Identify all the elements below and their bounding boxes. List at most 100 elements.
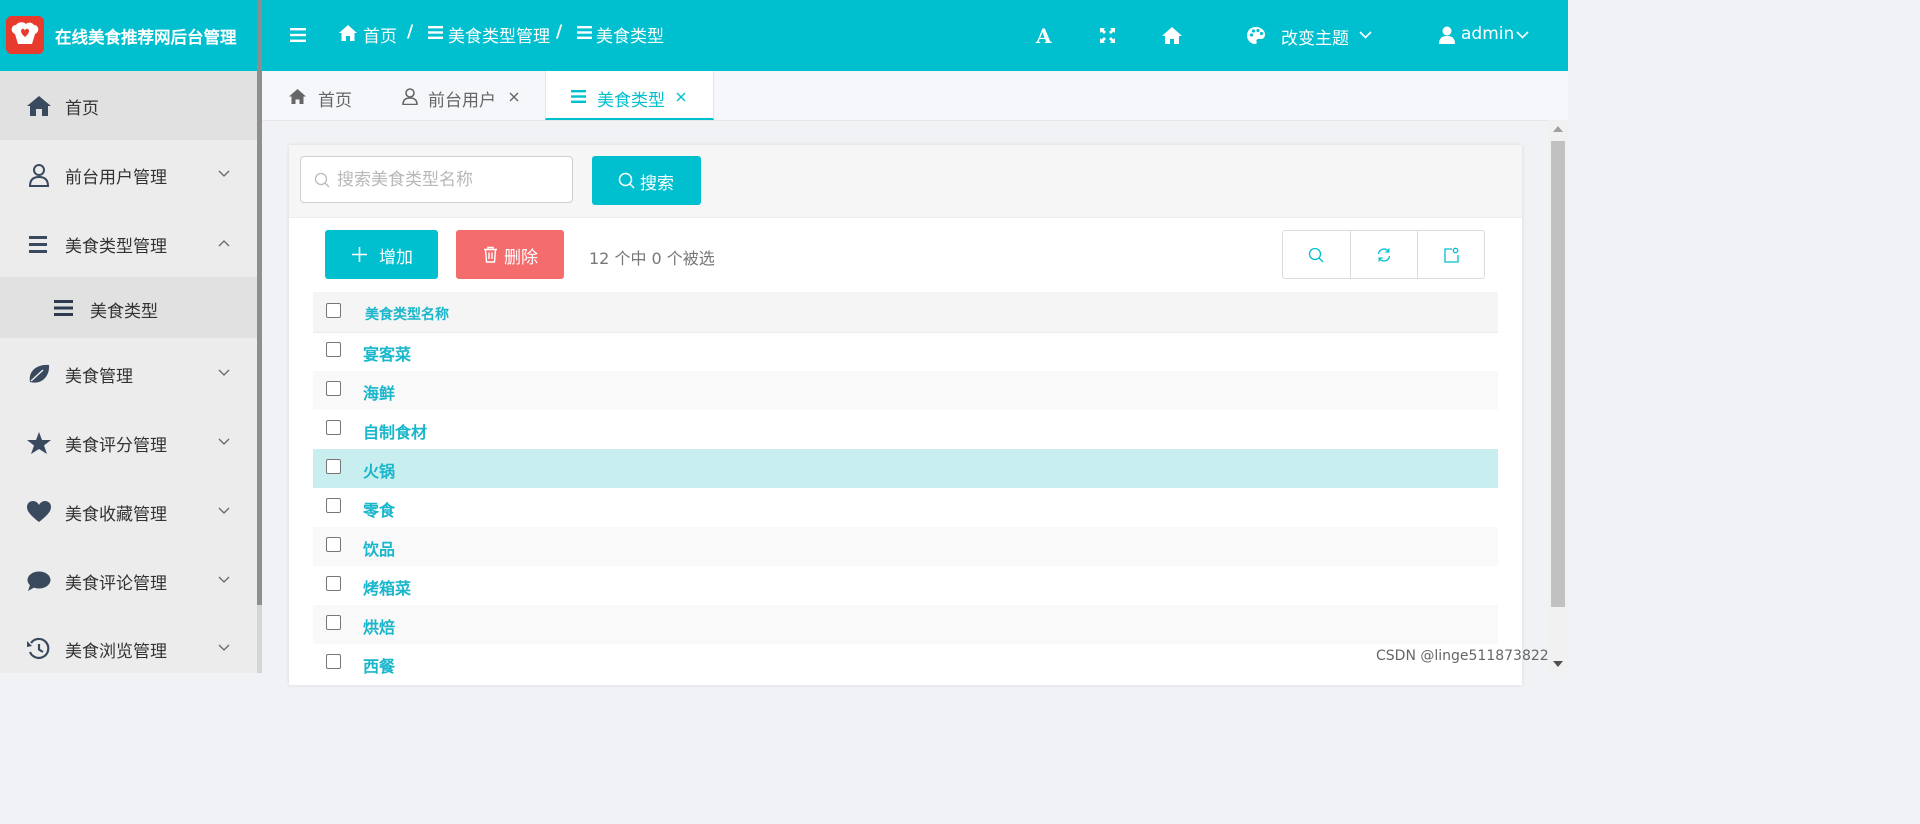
- sidebar-item-label: 美食浏览管理: [65, 642, 167, 662]
- user-menu-label: admin: [1461, 24, 1515, 44]
- table-row[interactable]: 饮品: [313, 527, 1498, 566]
- table-cell: 火锅: [363, 462, 396, 481]
- row-checkbox[interactable]: [326, 576, 341, 591]
- row-checkbox[interactable]: [326, 342, 341, 357]
- menu-toggle-icon[interactable]: [290, 27, 306, 43]
- chevron-up-icon: [218, 239, 230, 247]
- table-row[interactable]: 烤箱菜: [313, 566, 1498, 605]
- fullscreen-icon[interactable]: [1099, 27, 1116, 44]
- list-icon: [571, 90, 586, 103]
- search-input[interactable]: [337, 157, 567, 202]
- add-button[interactable]: 增加: [325, 230, 438, 279]
- history-icon: [26, 637, 52, 661]
- tab-users[interactable]: 前台用户: [382, 71, 538, 119]
- sidebar-item-food-type-mgmt[interactable]: 美食类型管理: [0, 209, 257, 277]
- app-title: 在线美食推荐网后台管理: [55, 28, 237, 47]
- search-icon: [314, 172, 330, 188]
- chevron-down-icon: [218, 576, 230, 584]
- list-icon: [53, 298, 75, 318]
- comment-icon: [26, 569, 52, 593]
- tab-home[interactable]: 首页: [262, 71, 374, 119]
- table-row[interactable]: 宴客菜: [313, 332, 1498, 371]
- sidebar-item-favorite-mgmt[interactable]: 美食收藏管理: [0, 477, 257, 545]
- page-scrollbar[interactable]: [1548, 120, 1568, 673]
- tab-label: 美食类型: [597, 91, 665, 111]
- row-checkbox[interactable]: [326, 459, 341, 474]
- breadcrumb-item[interactable]: 首页: [363, 22, 397, 47]
- tab-food-type[interactable]: 美食类型: [545, 71, 714, 120]
- table-row-highlighted[interactable]: 火锅: [313, 449, 1498, 488]
- row-checkbox[interactable]: [326, 537, 341, 552]
- row-checkbox[interactable]: [326, 420, 341, 435]
- star-icon: [26, 431, 52, 455]
- home-icon[interactable]: [1161, 26, 1183, 45]
- column-header[interactable]: 美食类型名称: [365, 304, 449, 324]
- page-scrollbar-thumb[interactable]: [1551, 141, 1565, 607]
- table-cell: 西餐: [363, 657, 396, 676]
- table-cell: 烤箱菜: [363, 579, 412, 598]
- chevron-down-icon: [218, 369, 230, 377]
- selection-count: 12 个中 0 个被选: [589, 249, 715, 268]
- sidebar-item-label: 美食类型管理: [65, 237, 167, 257]
- row-checkbox[interactable]: [326, 615, 341, 630]
- trash-icon: [482, 246, 499, 263]
- home-icon: [26, 94, 52, 118]
- search-button[interactable]: 搜索: [592, 156, 701, 205]
- list-icon: [428, 26, 443, 39]
- sidebar-item-home[interactable]: 首页: [0, 71, 257, 140]
- delete-button[interactable]: 删除: [456, 230, 564, 279]
- sidebar-subitem-food-type[interactable]: 美食类型: [0, 277, 257, 338]
- export-button[interactable]: [1417, 231, 1485, 278]
- chevron-down-icon: [218, 170, 230, 178]
- font-size-icon[interactable]: A: [1036, 24, 1052, 48]
- breadcrumb-item[interactable]: 美食类型管理: [448, 22, 550, 47]
- search-field[interactable]: [300, 156, 573, 203]
- chevron-down-icon: [1359, 31, 1372, 39]
- refresh-button[interactable]: [1350, 231, 1418, 278]
- select-all-checkbox[interactable]: [326, 303, 341, 318]
- chevron-down-icon: [218, 438, 230, 446]
- sidebar-item-comment-mgmt[interactable]: 美食评论管理: [0, 546, 257, 614]
- sidebar-item-food-mgmt[interactable]: 美食管理: [0, 339, 257, 407]
- table-row[interactable]: 自制食材: [313, 410, 1498, 449]
- chevron-down-icon: [218, 507, 230, 515]
- tab-bar: 首页 前台用户 美食类型: [262, 71, 1568, 121]
- table-row[interactable]: 海鲜: [313, 371, 1498, 410]
- leaf-icon: [26, 362, 52, 386]
- user-icon: [402, 88, 418, 105]
- search-bar: 搜索: [289, 145, 1522, 218]
- table-cell: 零食: [363, 501, 396, 520]
- sidebar: 在线美食推荐网后台管理 首页 前台用户管理 美食类型管理 美食类型 美食管理 美…: [0, 0, 257, 673]
- theme-switcher-label: 改变主题: [1281, 29, 1349, 49]
- sidebar-item-browse-mgmt[interactable]: 美食浏览管理: [0, 614, 257, 682]
- chevron-down-icon: [218, 644, 230, 652]
- search-icon: [1308, 247, 1324, 263]
- table-row[interactable]: 西餐: [313, 644, 1498, 683]
- table-cell: 烘焙: [363, 618, 396, 637]
- row-checkbox[interactable]: [326, 381, 341, 396]
- sidebar-item-users[interactable]: 前台用户管理: [0, 140, 257, 208]
- row-checkbox[interactable]: [326, 654, 341, 669]
- breadcrumb-separator: /: [407, 22, 414, 42]
- tab-label: 首页: [318, 91, 352, 111]
- table-row[interactable]: 烘焙: [313, 605, 1498, 644]
- breadcrumb-item-current: 美食类型: [596, 27, 664, 47]
- table-row[interactable]: 零食: [313, 488, 1498, 527]
- refresh-icon: [1376, 247, 1392, 263]
- close-icon[interactable]: [509, 92, 519, 102]
- sidebar-item-rating-mgmt[interactable]: 美食评分管理: [0, 408, 257, 476]
- table-header-row: 美食类型名称: [313, 292, 1498, 333]
- close-icon[interactable]: [676, 92, 686, 102]
- breadcrumb-separator: /: [556, 22, 563, 42]
- row-checkbox[interactable]: [326, 498, 341, 513]
- scroll-up-arrow-icon[interactable]: [1553, 126, 1563, 132]
- toggle-search-button[interactable]: [1283, 231, 1350, 278]
- sidebar-item-label: 首页: [65, 99, 99, 119]
- top-header: 首页 / 美食类型管理 / 美食类型 A 改变主题 admin: [262, 0, 1568, 71]
- table-cell: 海鲜: [363, 384, 396, 403]
- scroll-down-arrow-icon[interactable]: [1553, 661, 1563, 667]
- heart-icon: [26, 500, 52, 524]
- delete-button-label: 删除: [504, 248, 538, 268]
- logo-bar: 在线美食推荐网后台管理: [0, 0, 257, 71]
- sidebar-item-label: 美食收藏管理: [65, 505, 167, 525]
